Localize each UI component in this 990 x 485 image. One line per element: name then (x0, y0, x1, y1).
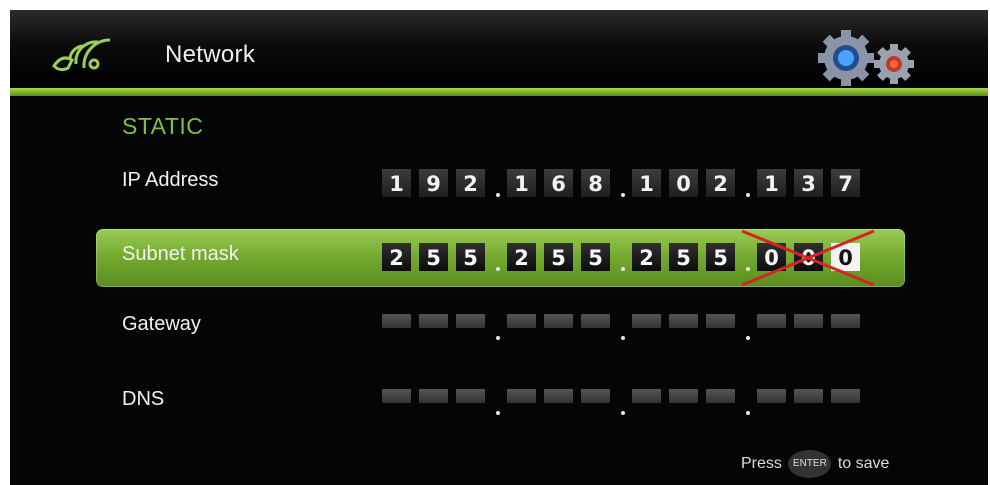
octet-separator (496, 267, 500, 271)
gateway-digit[interactable] (419, 314, 448, 328)
subnet-digit[interactable]: 5 (544, 243, 573, 271)
dns-digit[interactable] (757, 389, 786, 403)
network-settings-screen: Network STATIC IP Address 1 9 2 1 6 8 1 … (10, 10, 988, 485)
gateway-digit[interactable] (456, 314, 485, 328)
save-hint-press: Press (741, 455, 782, 473)
octet-separator (621, 411, 625, 415)
gateway-digit[interactable] (632, 314, 661, 328)
gateway-digit[interactable] (757, 314, 786, 328)
dns-digit[interactable] (831, 389, 860, 403)
subnet-digit[interactable]: 5 (581, 243, 610, 271)
gateway-digit[interactable] (794, 314, 823, 328)
enter-key-icon[interactable]: ENTER (788, 450, 832, 478)
header-divider (10, 88, 988, 96)
gateway-label: Gateway (122, 313, 201, 335)
save-hint: Press ENTER to save (741, 450, 889, 478)
subnet-digit[interactable]: 5 (456, 243, 485, 271)
gateway-digit[interactable] (581, 314, 610, 328)
gateway-digit[interactable] (706, 314, 735, 328)
gateway-digit[interactable] (669, 314, 698, 328)
dns-digit[interactable] (669, 389, 698, 403)
connection-mode[interactable]: STATIC (122, 113, 203, 140)
subnet-digit[interactable]: 2 (382, 243, 411, 271)
octet-separator (746, 411, 750, 415)
header-bar: Network (10, 10, 988, 88)
subnet-digit[interactable]: 5 (669, 243, 698, 271)
dns-digit[interactable] (456, 389, 485, 403)
subnet-digit[interactable]: 5 (419, 243, 448, 271)
gateway-digit[interactable] (507, 314, 536, 328)
dns-digit[interactable] (632, 389, 661, 403)
ip-digit[interactable]: 0 (669, 169, 698, 197)
octet-separator (746, 336, 750, 340)
octet-separator (621, 193, 625, 197)
ip-digit[interactable]: 3 (794, 169, 823, 197)
ip-digit[interactable]: 2 (456, 169, 485, 197)
gateway-digit[interactable] (544, 314, 573, 328)
dns-label: DNS (122, 388, 165, 410)
ip-digit[interactable]: 2 (706, 169, 735, 197)
dns-digit[interactable] (382, 389, 411, 403)
octet-separator (621, 336, 625, 340)
ip-digit[interactable]: 8 (581, 169, 610, 197)
octet-separator (621, 267, 625, 271)
octet-separator (496, 411, 500, 415)
ip-digit[interactable]: 7 (831, 169, 860, 197)
octet-separator (496, 193, 500, 197)
red-cross-mark (741, 229, 875, 287)
subnet-digit[interactable]: 2 (632, 243, 661, 271)
octet-separator (496, 336, 500, 340)
subnet-mask-label: Subnet mask (122, 243, 239, 265)
wireless-signal-icon (52, 38, 111, 72)
ip-digit[interactable]: 9 (419, 169, 448, 197)
ip-address-label: IP Address (122, 169, 219, 191)
dns-digit[interactable] (794, 389, 823, 403)
gateway-digit[interactable] (382, 314, 411, 328)
ip-digit[interactable]: 6 (544, 169, 573, 197)
dns-digit[interactable] (581, 389, 610, 403)
save-hint-action: to save (837, 455, 890, 473)
gears-icon[interactable] (806, 28, 924, 88)
dns-digit[interactable] (419, 389, 448, 403)
gateway-digit[interactable] (831, 314, 860, 328)
dns-digit[interactable] (544, 389, 573, 403)
dns-digit[interactable] (507, 389, 536, 403)
ip-digit[interactable]: 1 (632, 169, 661, 197)
subnet-digit[interactable]: 5 (706, 243, 735, 271)
ip-digit[interactable]: 1 (507, 169, 536, 197)
ip-digit[interactable]: 1 (757, 169, 786, 197)
subnet-digit[interactable]: 2 (507, 243, 536, 271)
ip-digit[interactable]: 1 (382, 169, 411, 197)
page-title: Network (165, 41, 256, 68)
dns-digit[interactable] (706, 389, 735, 403)
octet-separator (746, 193, 750, 197)
